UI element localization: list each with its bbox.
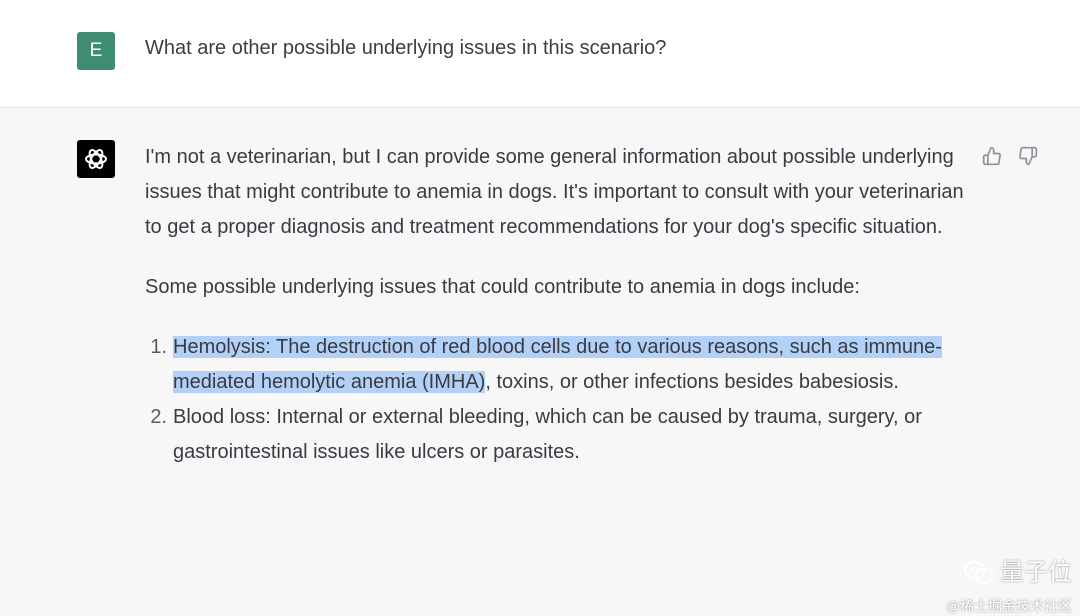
assistant-avatar bbox=[77, 140, 115, 178]
list-item: 2. Blood loss: Internal or external bleed… bbox=[145, 400, 985, 470]
thumbs-down-button[interactable] bbox=[1018, 146, 1038, 166]
list-item: 1. Hemolysis: The destruction of red bloo… bbox=[145, 330, 985, 400]
watermark-brand: 量子位 bbox=[946, 558, 1072, 588]
thumbs-down-icon bbox=[1019, 146, 1038, 166]
feedback-buttons bbox=[982, 146, 1038, 166]
assistant-intro-paragraph: I'm not a veterinarian, but I can provid… bbox=[145, 146, 964, 238]
watermark-brand-text: 量子位 bbox=[1000, 559, 1072, 586]
list-item-number: 1. bbox=[150, 336, 167, 358]
user-message-row: E What are other possible underlying iss… bbox=[0, 0, 1080, 108]
watermark: 量子位 @稀土掘金技术社区 bbox=[946, 558, 1072, 616]
list-item-text: Blood loss: Internal or external bleedin… bbox=[173, 406, 922, 463]
assistant-lead-paragraph: Some possible underlying issues that cou… bbox=[145, 276, 860, 298]
wechat-icon bbox=[964, 561, 994, 584]
openai-logo-icon bbox=[85, 149, 107, 169]
assistant-message-row: I'm not a veterinarian, but I can provid… bbox=[0, 108, 1080, 614]
assistant-message-content: I'm not a veterinarian, but I can provid… bbox=[145, 140, 985, 470]
list-item-text: , toxins, or other infections besides ba… bbox=[485, 371, 899, 393]
thumbs-up-button[interactable] bbox=[982, 146, 1002, 166]
watermark-sub-text: @稀土掘金技术社区 bbox=[945, 598, 1072, 614]
underlying-issues-list: 1. Hemolysis: The destruction of red bloo… bbox=[145, 330, 985, 470]
user-avatar: E bbox=[77, 32, 115, 70]
thumbs-up-icon bbox=[982, 146, 1001, 166]
list-item-number: 2. bbox=[150, 406, 167, 428]
user-message-text: What are other possible underlying issue… bbox=[145, 37, 667, 59]
